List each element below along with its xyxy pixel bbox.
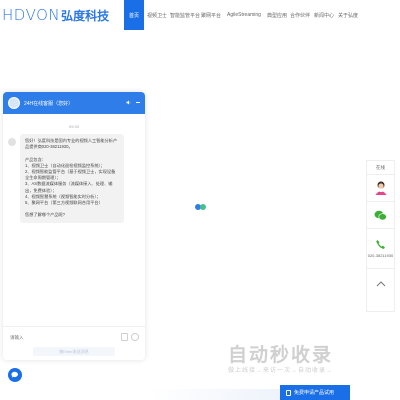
loading-indicator bbox=[195, 204, 206, 210]
wechat-icon bbox=[374, 210, 387, 220]
loading-dot-green bbox=[200, 204, 206, 210]
sidebar-item-phone[interactable]: 020-38211930 bbox=[367, 229, 394, 269]
speaker-icon[interactable] bbox=[126, 100, 131, 105]
message-timestamp: 09:33 bbox=[68, 124, 79, 129]
nav-item-typical-applications[interactable]: 典型应用 bbox=[266, 0, 288, 30]
chat-message-input[interactable] bbox=[10, 335, 100, 340]
chat-header: 24H在线客服（您好） bbox=[3, 92, 145, 114]
chat-bubble-icon bbox=[11, 371, 18, 378]
free-trial-button[interactable]: 免费申请产品试用 bbox=[280, 385, 350, 400]
brand-logo[interactable]: HDVON 弘度科技 bbox=[2, 6, 109, 24]
nav-item-about[interactable]: 关于弘度 bbox=[336, 0, 360, 30]
chat-launcher-button[interactable] bbox=[8, 368, 22, 382]
sidebar-phone-number: 020-38211930 bbox=[367, 253, 394, 258]
logo-cn-text: 弘度科技 bbox=[61, 9, 110, 23]
nav-item-agilestreaming[interactable]: AgileStreaming bbox=[222, 0, 266, 30]
service-agent-icon bbox=[375, 181, 386, 195]
back-to-top-button[interactable] bbox=[367, 269, 394, 299]
logo-text: HDVON bbox=[2, 6, 61, 24]
right-sidebar: 在线 020-38211930 bbox=[366, 160, 395, 312]
free-trial-label: 免费申请产品试用 bbox=[294, 390, 335, 396]
nav-item-network-platform[interactable]: 聚网平台 bbox=[200, 0, 222, 30]
agent-message-avatar bbox=[8, 138, 16, 146]
phone-icon bbox=[376, 240, 385, 249]
watermark-logo: 自动秒收录 做上线接→来访一次→自动收录→ bbox=[228, 340, 333, 374]
watermark-main-text: 自动秒收录 bbox=[228, 345, 334, 366]
sidebar-item-customer-service[interactable] bbox=[367, 175, 394, 202]
chevron-up-icon bbox=[376, 281, 385, 287]
attachment-icon[interactable] bbox=[121, 333, 128, 341]
chat-window: 24H在线客服（您好） 09:33 您好！弘度科技是国内专业的视频人工智能分析产… bbox=[3, 92, 145, 360]
emoji-icon[interactable] bbox=[131, 333, 139, 341]
nav-item-smart-supervision[interactable]: 智能监管平台 bbox=[170, 0, 200, 30]
minimize-icon[interactable] bbox=[136, 102, 140, 103]
agent-message-bubble: 您好！弘度科技是国内专业的视频人工智能分析产品提供商020-38211930。 … bbox=[20, 134, 124, 223]
sidebar-header: 在线 bbox=[367, 161, 394, 175]
bottom-gradient-bar bbox=[150, 389, 280, 400]
agent-avatar bbox=[8, 97, 20, 109]
nav-item-partners[interactable]: 合作伙伴 bbox=[288, 0, 312, 30]
main-nav: 首页 视频卫士 智能监管平台 聚网平台 AgileStreaming 典型应用 … bbox=[124, 0, 360, 30]
agent-message-text: 您好！弘度科技是国内专业的视频人工智能分析产品提供商020-38211930。 … bbox=[25, 138, 118, 218]
top-navbar: HDVON 弘度科技 首页 视频卫士 智能监管平台 聚网平台 AgileStre… bbox=[0, 0, 400, 30]
sidebar-item-wechat[interactable] bbox=[367, 202, 394, 229]
message-row: 您好！弘度科技是国内专业的视频人工智能分析产品提供商020-38211930。 … bbox=[3, 134, 145, 223]
watermark-sub-text: 做上线接→来访一次→自动收录→ bbox=[228, 368, 334, 374]
nav-item-home[interactable]: 首页 bbox=[124, 0, 144, 30]
send-hint: 按Enter发送消息 bbox=[33, 347, 115, 356]
chat-input-area: 按Enter发送消息 bbox=[3, 326, 145, 360]
document-icon bbox=[286, 389, 291, 396]
chat-title: 24H在线客服（您好） bbox=[24, 100, 74, 107]
nav-item-video-guard[interactable]: 视频卫士 bbox=[144, 0, 170, 30]
nav-item-news[interactable]: 新闻中心 bbox=[312, 0, 336, 30]
